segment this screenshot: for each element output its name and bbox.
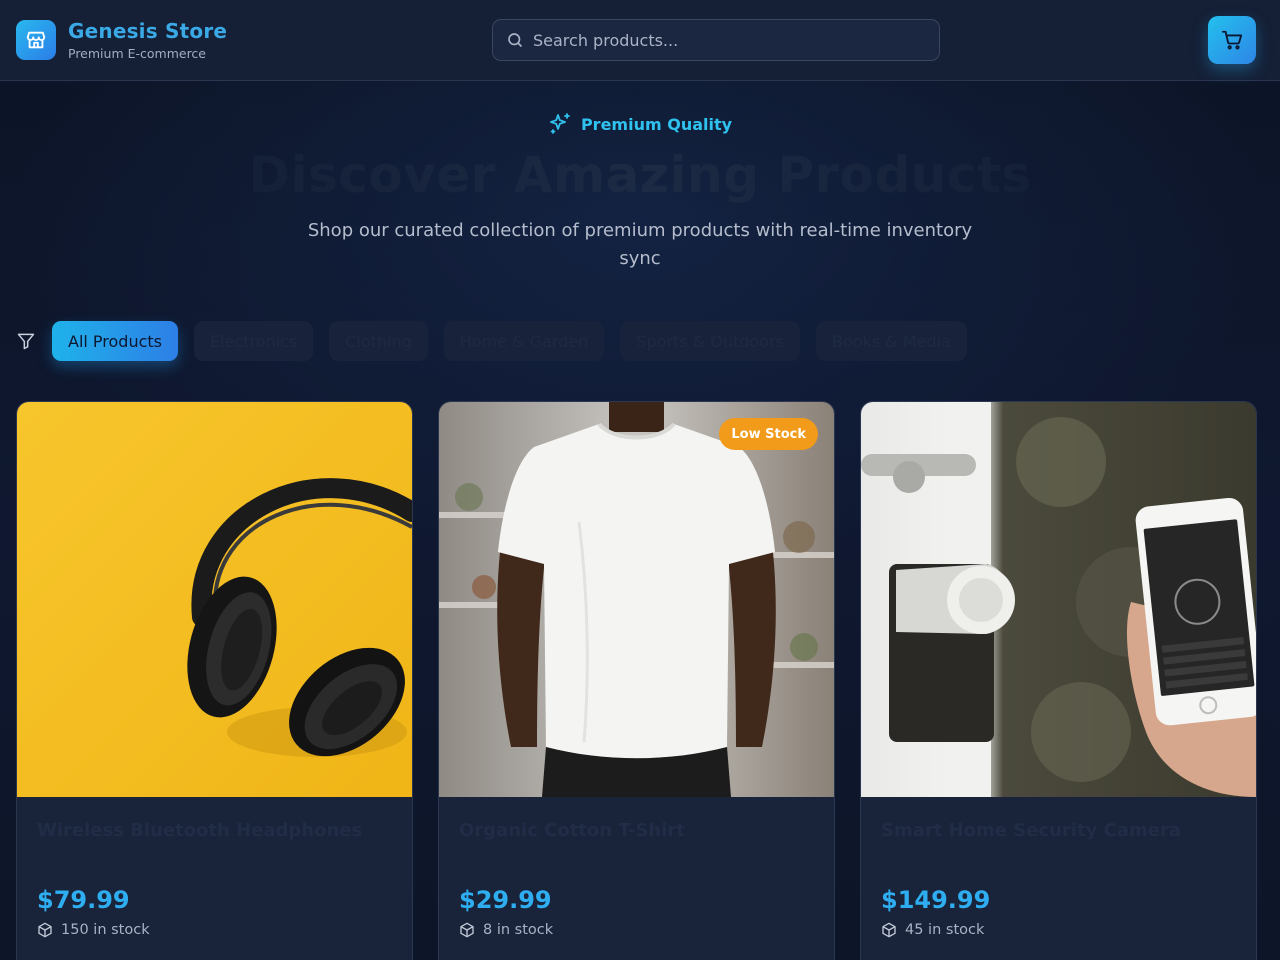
filter-home-garden[interactable]: Home & Garden (443, 321, 605, 361)
sparkles-icon (550, 113, 570, 134)
brand-subtitle: Premium E-commerce (68, 46, 206, 61)
stock-count: 8 in stock (483, 922, 554, 938)
low-stock-badge: Low Stock (719, 418, 818, 450)
stock-info: 8 in stock (459, 922, 553, 938)
hero-title: Discover Amazing Products (0, 146, 1280, 204)
search-bar[interactable] (492, 19, 940, 61)
product-price: $79.99 (37, 886, 130, 914)
package-icon (460, 922, 474, 938)
cart-button[interactable] (1208, 16, 1256, 64)
filter-all-products[interactable]: All Products (52, 321, 179, 361)
product-card[interactable]: Wireless Bluetooth Headphones $79.99 150… (16, 401, 413, 960)
search-input[interactable] (533, 21, 923, 59)
tshirt-photo[interactable]: Low Stock (439, 402, 834, 797)
product-grid: Wireless Bluetooth Headphones $79.99 150… (16, 401, 1257, 960)
search-icon (506, 31, 524, 49)
stock-info: 150 in stock (37, 922, 150, 938)
product-name[interactable]: Smart Home Security Camera (881, 820, 1181, 841)
smart-lock-photo[interactable] (861, 402, 1256, 797)
package-icon (882, 922, 896, 938)
stock-info: 45 in stock (881, 922, 984, 938)
filter-clothing[interactable]: Clothing (329, 321, 428, 361)
badge-label: Premium Quality (580, 114, 733, 134)
store-icon (26, 31, 46, 49)
product-card[interactable]: Smart Home Security Camera $149.99 45 in… (860, 401, 1257, 960)
filter-icon (16, 331, 36, 351)
store-logo[interactable] (16, 20, 56, 60)
brand-title[interactable]: Genesis Store (68, 19, 227, 43)
filter-sports-outdoors[interactable]: Sports & Outdoors (620, 321, 800, 361)
stock-count: 45 in stock (905, 922, 985, 938)
hero-subtitle: Shop our curated collection of premium p… (307, 220, 973, 269)
shopping-cart-icon (1221, 30, 1243, 50)
category-filters: All Products Electronics Clothing Home &… (52, 321, 967, 361)
package-icon (38, 922, 52, 938)
premium-badge: Premium Quality (0, 112, 1280, 136)
product-name[interactable]: Organic Cotton T-Shirt (459, 820, 685, 841)
product-price: $29.99 (459, 886, 552, 914)
stock-count: 150 in stock (61, 922, 150, 938)
headphones-photo[interactable] (17, 402, 412, 797)
top-header: Genesis Store Premium E-commerce (0, 0, 1280, 81)
filter-books-media[interactable]: Books & Media (815, 321, 967, 361)
product-price: $149.99 (881, 886, 991, 914)
filter-electronics[interactable]: Electronics (194, 321, 314, 361)
product-card[interactable]: Low Stock Organic Cotton T-Shirt $29.99 … (438, 401, 835, 960)
product-name[interactable]: Wireless Bluetooth Headphones (37, 820, 362, 841)
